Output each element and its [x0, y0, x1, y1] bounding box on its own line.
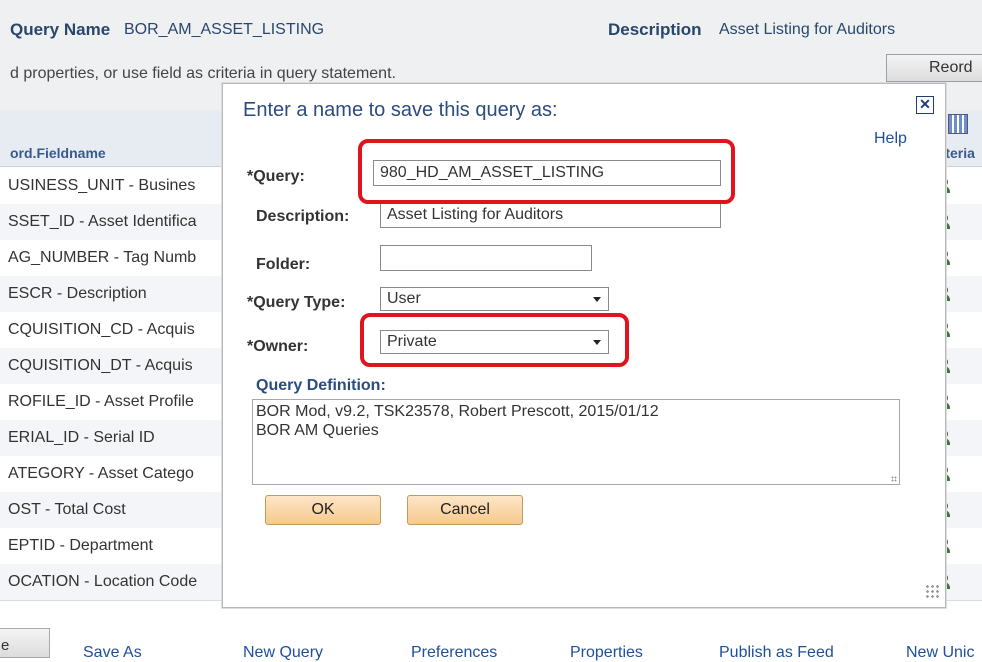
description-label: Description — [608, 20, 702, 39]
definition-line-1: BOR Mod, v9.2, TSK23578, Robert Prescott… — [256, 403, 659, 420]
description-value: Asset Listing for Auditors — [719, 21, 896, 38]
query-definition-label: Query Definition: — [256, 377, 386, 394]
query-name-value: BOR_AM_ASSET_LISTING — [124, 21, 325, 38]
owner-select[interactable]: Private — [380, 330, 609, 354]
description-field-label: Description: — [256, 208, 350, 225]
reorder-button[interactable]: Reord — [886, 54, 982, 82]
spreadsheet-icon[interactable] — [948, 114, 968, 134]
preferences-link[interactable]: Preferences — [411, 644, 497, 662]
field-name-cell: AG_NUMBER - Tag Numb — [8, 249, 197, 266]
ok-button[interactable]: OK — [265, 495, 381, 525]
field-name-cell: OCATION - Location Code — [8, 573, 198, 590]
save-query-dialog: Enter a name to save this query as: ✕ He… — [222, 83, 946, 608]
field-hint-text: d properties, or use field as criteria i… — [10, 65, 396, 82]
description-input[interactable] — [380, 202, 721, 228]
new-query-link[interactable]: New Query — [243, 644, 323, 662]
chevron-down-icon — [593, 297, 601, 302]
cancel-button[interactable]: Cancel — [407, 495, 523, 525]
field-name-cell: EPTID - Department — [8, 537, 153, 554]
textarea-resize-handle[interactable] — [891, 476, 897, 482]
query-type-label: *Query Type: — [247, 294, 346, 311]
field-name-cell: SSET_ID - Asset Identifica — [8, 213, 197, 230]
field-name-cell: CQUISITION_CD - Acquis — [8, 321, 195, 338]
field-name-cell: ESCR - Description — [8, 285, 147, 302]
column-header-fieldname[interactable]: ord.Fieldname — [10, 145, 106, 161]
query-name-label: Query Name — [10, 20, 111, 39]
query-name-input[interactable] — [373, 160, 721, 186]
field-name-cell: OST - Total Cost — [8, 501, 126, 518]
folder-input[interactable] — [380, 245, 592, 271]
owner-label: *Owner: — [247, 338, 309, 355]
properties-link[interactable]: Properties — [570, 644, 643, 662]
field-name-cell: CQUISITION_DT - Acquis — [8, 357, 193, 374]
help-link[interactable]: Help — [874, 130, 907, 148]
field-name-cell: ROFILE_ID - Asset Profile — [8, 393, 194, 410]
dialog-title: Enter a name to save this query as: — [243, 99, 558, 121]
field-name-cell: ERIAL_ID - Serial ID — [8, 429, 155, 446]
new-unicode-link[interactable]: New Unic — [906, 644, 974, 662]
field-name-cell: ATEGORY - Asset Catego — [8, 465, 194, 482]
query-label: *Query: — [247, 168, 305, 185]
query-type-selected-value: User — [387, 290, 421, 307]
definition-line-2: BOR AM Queries — [256, 422, 379, 439]
footer-button[interactable]: e — [0, 628, 50, 658]
query-type-select[interactable]: User — [380, 287, 609, 311]
save-as-link[interactable]: Save As — [83, 644, 142, 662]
dialog-resize-handle[interactable] — [925, 584, 939, 598]
owner-selected-value: Private — [387, 333, 437, 350]
close-icon[interactable]: ✕ — [916, 96, 934, 114]
folder-label: Folder: — [256, 256, 311, 273]
publish-as-feed-link[interactable]: Publish as Feed — [719, 644, 834, 662]
field-name-cell: USINESS_UNIT - Busines — [8, 177, 196, 194]
chevron-down-icon — [593, 340, 601, 345]
query-definition-textarea[interactable]: BOR Mod, v9.2, TSK23578, Robert Prescott… — [252, 399, 900, 485]
